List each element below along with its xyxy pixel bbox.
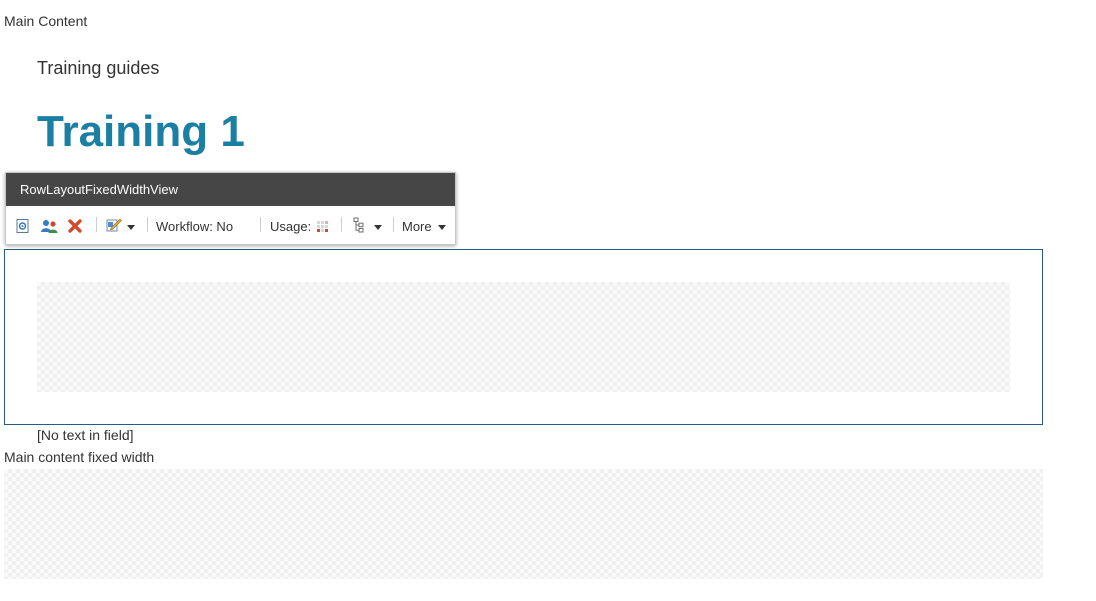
chevron-down-icon [127,225,135,230]
edit-chrome-toolbar: RowLayoutFixedWidthView Workflow: No Usa… [5,172,456,245]
fixed-width-placeholder-label: Main content fixed width [4,449,155,465]
edit-variant-icon [106,217,122,236]
toolbar-separator [341,217,342,232]
workflow-status[interactable]: Workflow: No [156,216,233,236]
properties-icon[interactable] [15,216,31,236]
usage-button[interactable]: Usage: [270,216,329,236]
remove-icon[interactable] [67,216,83,236]
more-label: More [402,218,432,234]
toolbar-separator [147,217,148,232]
toolbar-separator [393,217,394,232]
chrome-actions-bar: Workflow: No Usage: More [6,206,455,246]
breadcrumb[interactable]: Training guides [37,58,159,79]
chevron-down-icon [437,225,446,230]
chevron-down-icon [374,225,382,230]
main-content-placeholder-label: Main Content [4,13,88,29]
tree-structure-icon [352,217,366,236]
more-dropdown[interactable]: More [402,216,446,236]
fixed-width-placeholder-area[interactable] [4,469,1043,579]
empty-text-field[interactable]: [No text in field] [37,427,134,443]
usage-label: Usage: [270,218,312,234]
tree-structure-dropdown[interactable] [352,216,382,236]
toolbar-separator [260,217,261,232]
page-title[interactable]: Training 1 [37,106,245,158]
empty-placeholder-area[interactable] [37,282,1010,392]
usage-grid-icon [317,220,329,232]
chrome-header-title: RowLayoutFixedWidthView [6,173,455,206]
personalize-icon[interactable] [40,216,60,236]
toolbar-separator [96,217,97,232]
edit-variant-dropdown[interactable] [106,216,135,236]
